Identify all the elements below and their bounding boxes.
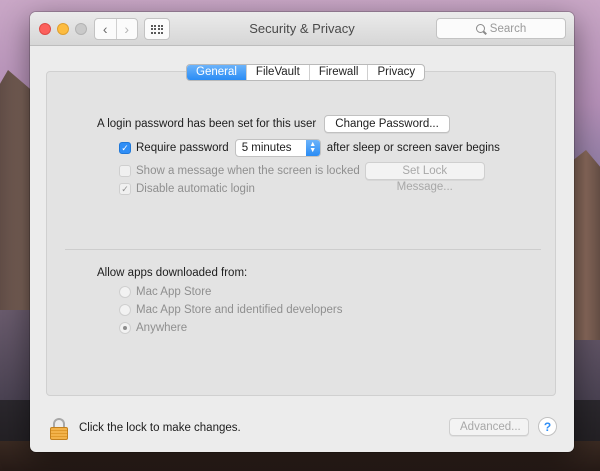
show-message-checkbox[interactable] [119,165,131,177]
section-divider [65,249,541,250]
require-password-label: Require password [136,142,229,154]
disable-login-checkbox[interactable]: ✓ [119,183,131,195]
option-identified-developers: Mac App Store and identified developers [119,304,343,316]
radio-identified-developers[interactable] [119,304,131,316]
require-password-value: 5 minutes [241,142,292,154]
titlebar: ‹ › Security & Privacy Search [30,12,574,46]
tab-firewall[interactable]: Firewall [308,65,368,80]
lock-icon[interactable] [50,418,68,440]
tab-privacy[interactable]: Privacy [367,65,424,80]
allow-apps-heading-text: Allow apps downloaded from: [97,267,248,279]
show-message-label: Show a message when the screen is locked [136,165,360,177]
general-panel: A login password has been set for this u… [46,71,556,396]
login-password-row: A login password has been set for this u… [97,115,450,133]
login-password-text: A login password has been set for this u… [97,118,317,130]
disable-login-label: Disable automatic login [136,183,255,195]
advanced-button[interactable]: Advanced... [449,418,529,436]
require-password-select[interactable]: 5 minutes ▲ ▼ [234,139,321,157]
search-placeholder: Search [489,22,527,35]
lock-hint-text: Click the lock to make changes. [79,422,241,434]
option-anywhere: Anywhere [119,322,187,334]
require-password-checkbox[interactable]: ✓ [119,142,131,154]
help-button[interactable]: ? [538,417,557,436]
tab-general[interactable]: General [187,65,246,80]
search-field[interactable]: Search [436,18,566,39]
set-lock-message-button[interactable]: Set Lock Message... [364,162,485,193]
radio-mac-app-store[interactable] [119,286,131,298]
tab-filevault[interactable]: FileVault [245,65,309,80]
change-password-button[interactable]: Change Password... [324,115,450,133]
tab-bar: General FileVault Firewall Privacy [186,64,426,81]
show-message-row: Show a message when the screen is locked… [119,162,485,193]
search-icon [475,24,485,33]
security-privacy-window: ‹ › Security & Privacy Search General Fi… [30,12,574,452]
option-mac-app-store: Mac App Store [119,286,211,298]
require-password-row: ✓ Require password 5 minutes ▲ ▼ after sl… [119,139,500,157]
require-password-suffix: after sleep or screen saver begins [326,142,500,154]
option-label: Anywhere [136,322,188,334]
stepper-arrows-icon: ▲ ▼ [305,140,320,156]
disable-login-row: ✓ Disable automatic login [119,183,255,195]
allow-apps-heading: Allow apps downloaded from: [97,267,247,279]
option-label: Mac App Store and identified developers [136,304,343,316]
option-label: Mac App Store [136,286,212,298]
radio-anywhere[interactable] [119,322,131,334]
